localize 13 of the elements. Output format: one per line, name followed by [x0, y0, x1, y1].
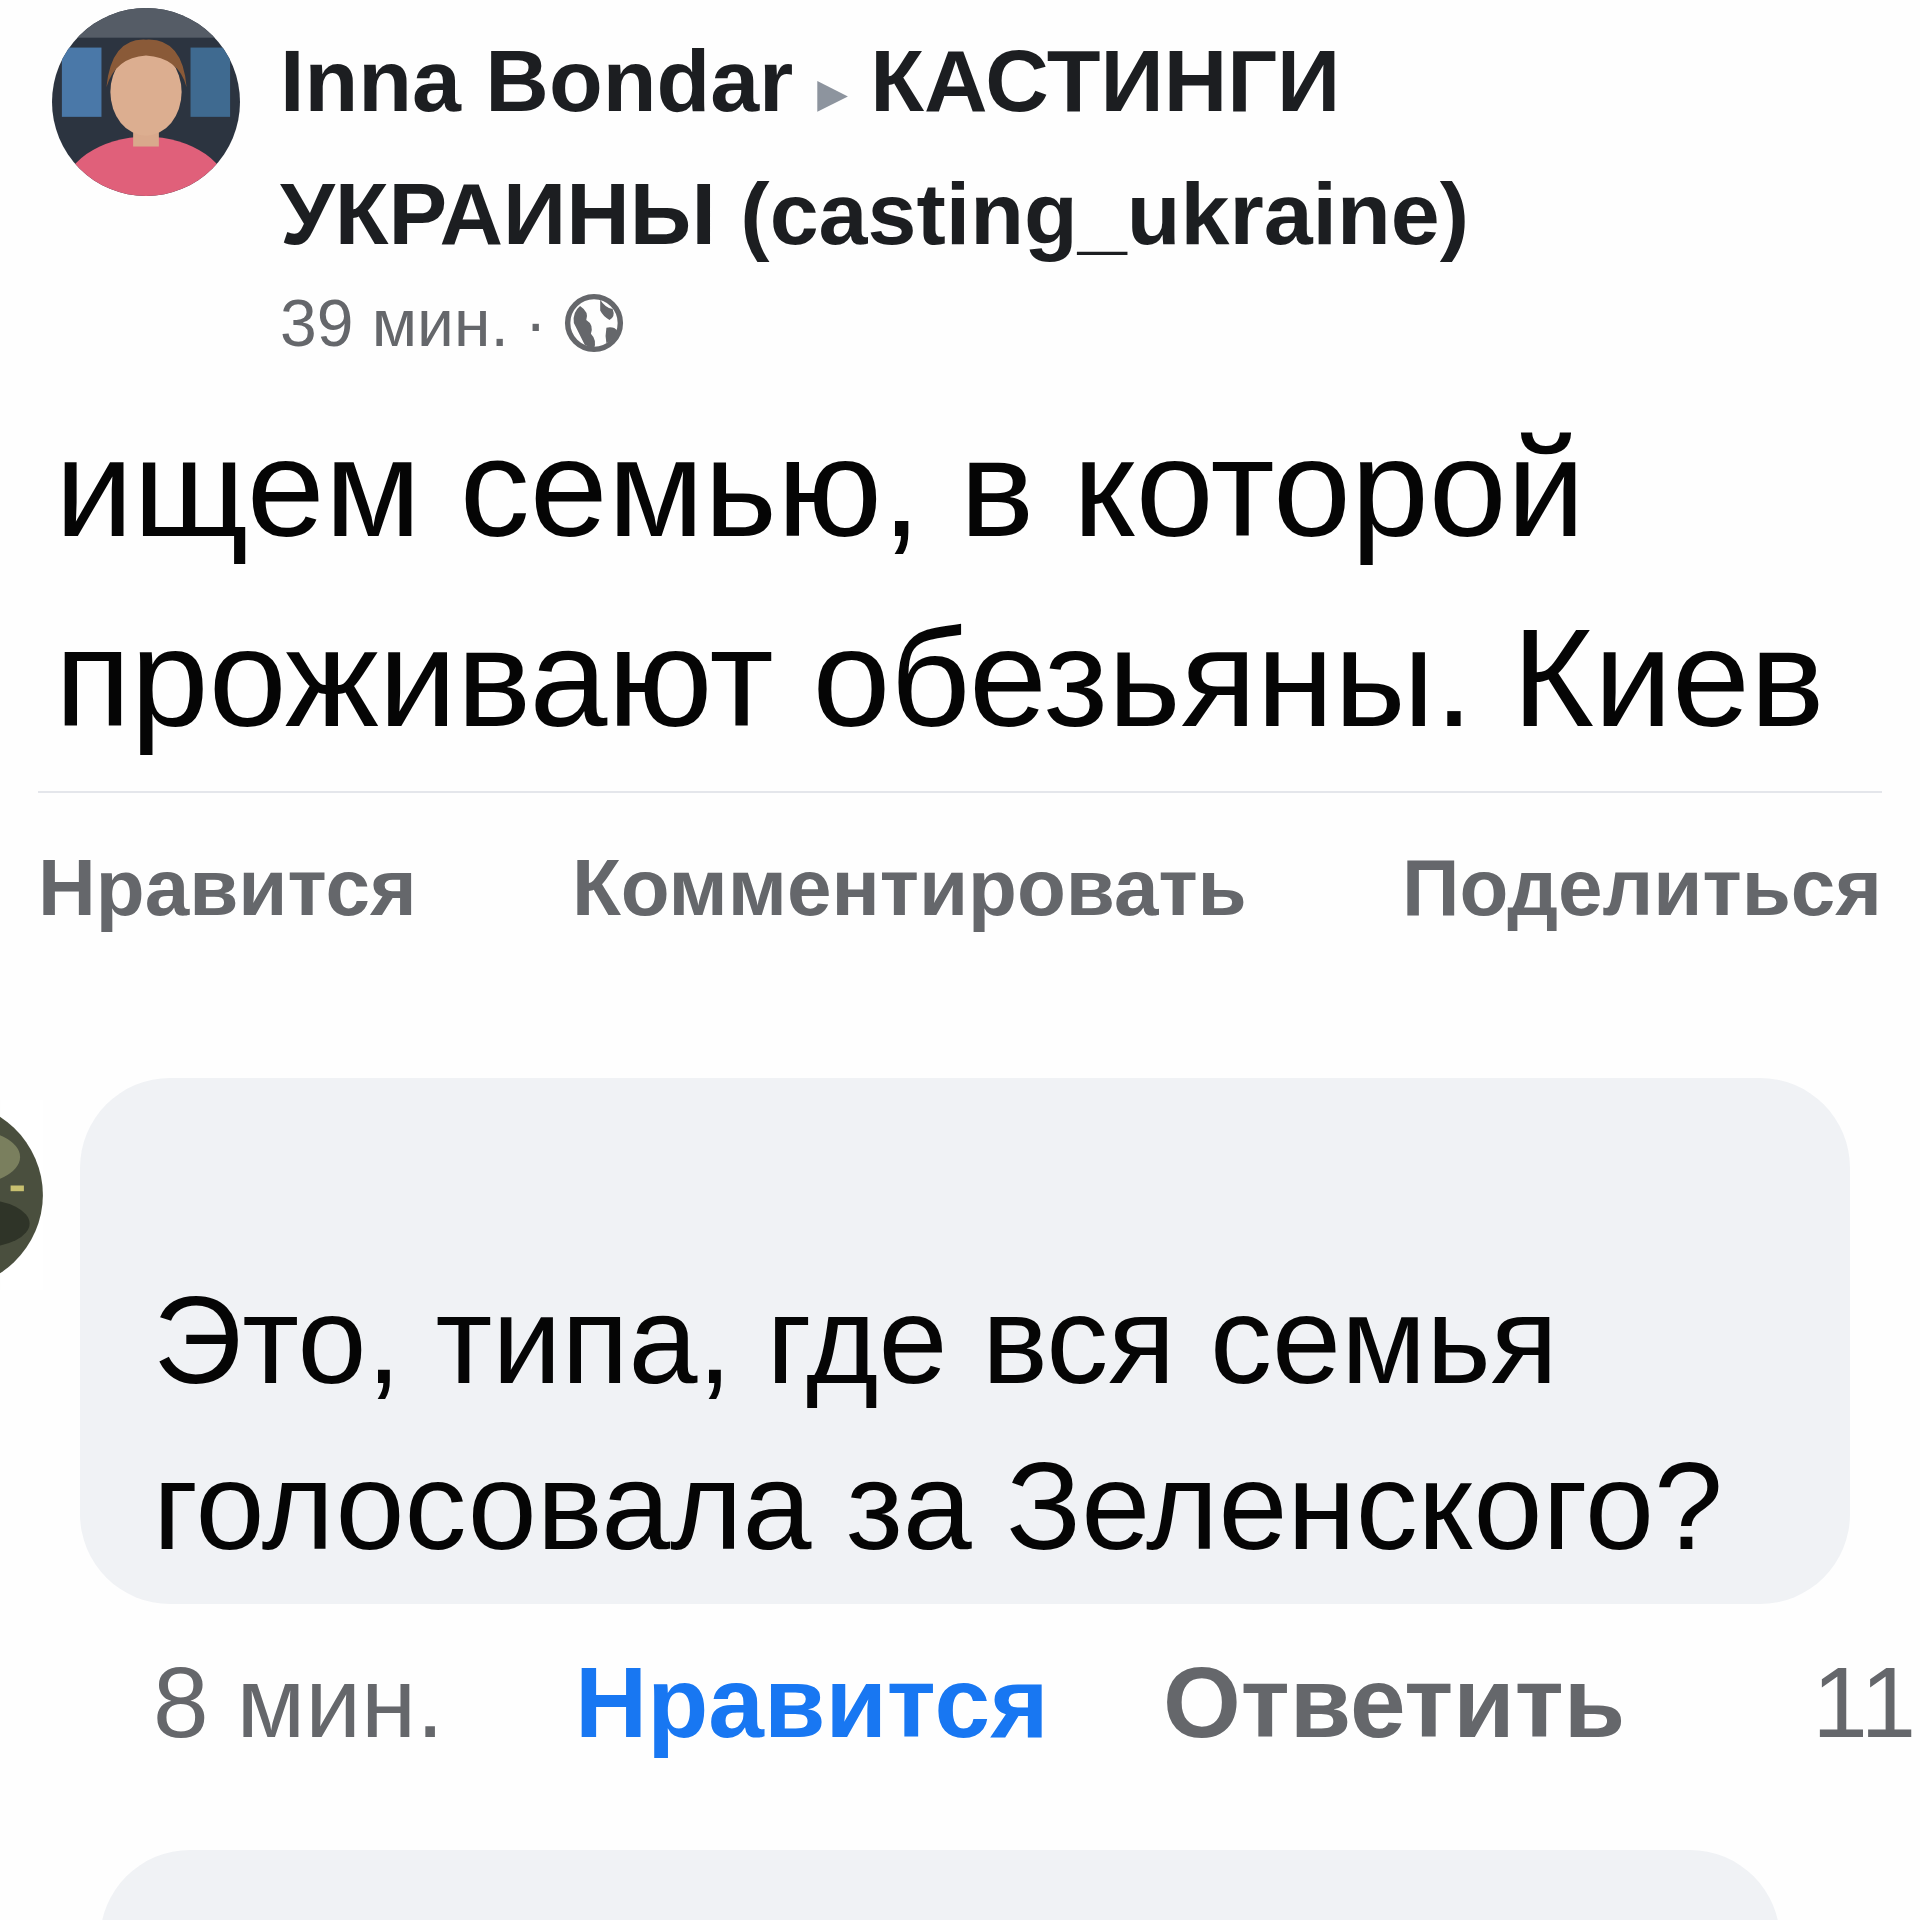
- comment-text: Это, типа, где вся семья голосовала за Зеленского?: [153, 1270, 1724, 1577]
- post-text: ищем семью, в которой проживают обезьяны. Киев: [55, 408, 1826, 758]
- action-button[interactable]: Нравится: [38, 838, 417, 938]
- reply-link[interactable]: Ответить: [1163, 1642, 1626, 1762]
- reaction-count: 11: [1812, 1645, 1916, 1760]
- post-time[interactable]: 39 мин.: [280, 283, 509, 363]
- comment-time[interactable]: 8 мин.: [153, 1642, 575, 1762]
- separator-dot: ·: [524, 285, 547, 362]
- post-header-title[interactable]: Inna Bondar ▸ КАСТИНГИ УКРАИНЫ (casting_ukraine): [280, 20, 1740, 275]
- like-link[interactable]: Нравится: [575, 1642, 1163, 1762]
- action-button[interactable]: Комментировать: [571, 838, 1247, 938]
- action-button[interactable]: Поделиться: [1401, 838, 1882, 938]
- globe-icon: [562, 292, 625, 354]
